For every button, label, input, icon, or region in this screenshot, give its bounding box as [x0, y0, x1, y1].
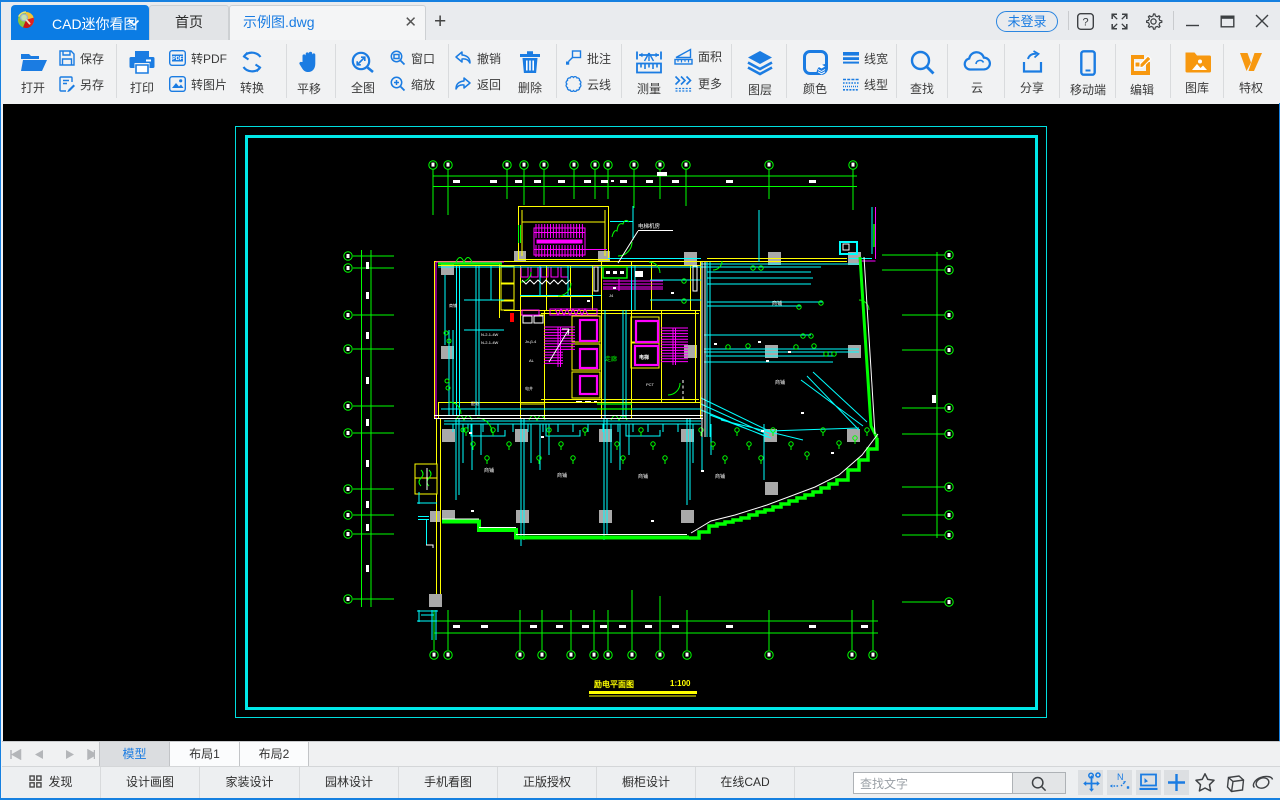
- svg-text:N-2-1-4W: N-2-1-4W: [481, 340, 499, 345]
- svg-text:N: N: [1117, 772, 1124, 782]
- svg-text:AL: AL: [529, 358, 535, 363]
- svg-text:电梯机房: 电梯机房: [638, 222, 661, 230]
- svg-text:?: ?: [1082, 17, 1088, 29]
- svg-text:N-2-1-4W: N-2-1-4W: [481, 332, 499, 337]
- svg-text:配电: 配电: [471, 400, 479, 406]
- svg-text:PDF: PDF: [172, 56, 183, 62]
- svg-text:商铺: 商铺: [775, 379, 785, 386]
- svg-text:商铺: 商铺: [449, 302, 457, 308]
- svg-text:PCT: PCT: [646, 382, 655, 387]
- svg-text:电梯: 电梯: [639, 354, 649, 361]
- svg-text:商铺: 商铺: [484, 467, 494, 474]
- svg-text:励电平面图: 励电平面图: [594, 679, 634, 689]
- svg-text:1:100: 1:100: [670, 679, 691, 688]
- svg-text:商铺: 商铺: [772, 300, 782, 307]
- svg-text:商铺: 商铺: [638, 473, 648, 480]
- svg-text:商铺: 商铺: [557, 472, 567, 479]
- svg-text:电井: 电井: [525, 385, 533, 391]
- svg-text:Jx-β-4: Jx-β-4: [525, 339, 537, 344]
- svg-text:走廊: 走廊: [605, 355, 617, 363]
- svg-text:商铺: 商铺: [715, 473, 725, 480]
